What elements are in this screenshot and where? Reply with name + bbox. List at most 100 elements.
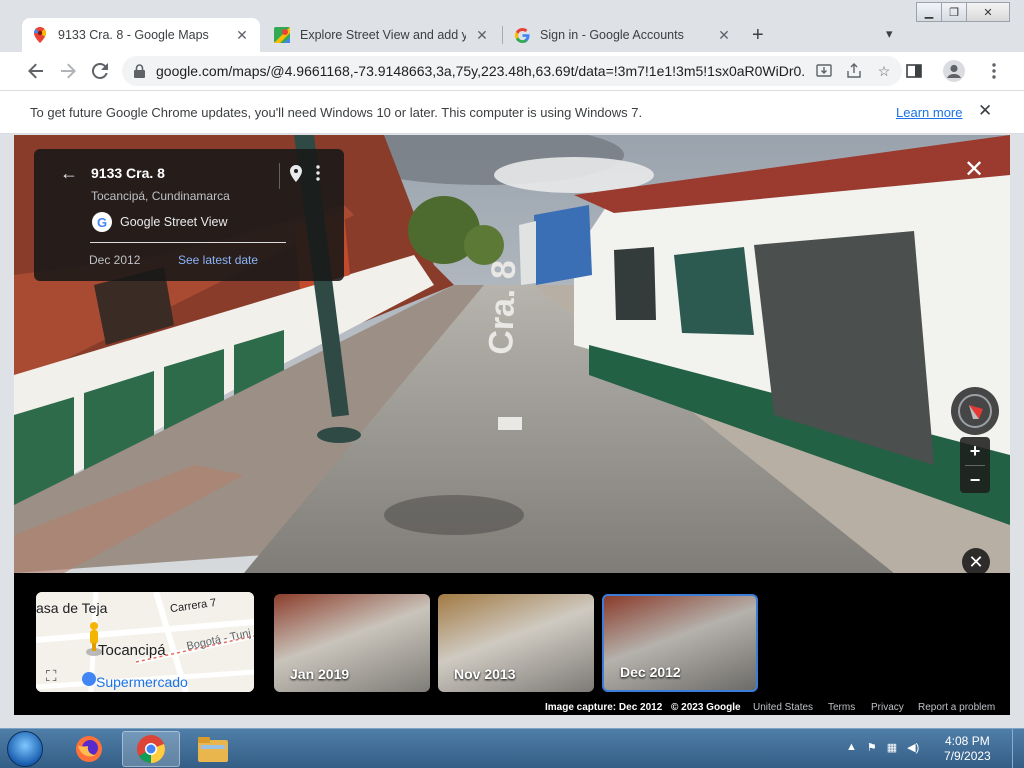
zoom-control: + − — [960, 437, 990, 493]
mini-map[interactable]: asa de Teja Carrera 7 Tocancipá Bogotá -… — [36, 592, 254, 692]
thumb-date-label: Jan 2019 — [290, 666, 350, 682]
clock-time: 4:08 PM — [945, 734, 990, 748]
show-hidden-icons-icon[interactable]: ▲ — [846, 741, 857, 754]
minimize-button[interactable]: ▁ — [916, 2, 942, 22]
shopping-cart-icon — [82, 672, 96, 686]
profile-avatar-icon[interactable] — [938, 55, 970, 87]
location-info-card: ← 9133 Cra. 8 Tocancipá, Cundinamarca G … — [34, 149, 344, 281]
close-timeline-button[interactable]: ✕ — [962, 548, 990, 573]
map-footer: Image capture: Dec 2012 © 2023 Google Un… — [14, 699, 1010, 715]
omnibox-actions: ☆ — [814, 61, 894, 81]
google-g-icon: G — [92, 212, 112, 232]
report-problem-link[interactable]: Report a problem — [918, 702, 995, 713]
update-infobar: To get future Google Chrome updates, you… — [0, 90, 1024, 134]
map-label: Supermercado — [96, 674, 188, 690]
copyright-label: © 2023 Google — [671, 702, 741, 713]
timeline-strip: asa de Teja Carrera 7 Tocancipá Bogotá -… — [14, 573, 1010, 715]
toolbar-right — [898, 55, 1010, 87]
bookmark-star-icon[interactable]: ☆ — [874, 61, 894, 81]
taskbar-clock[interactable]: 4:08 PM 7/9/2023 — [944, 734, 991, 764]
clock-date: 7/9/2023 — [944, 749, 991, 763]
browser-window: 9133 Cra. 8 - Google Maps ✕ Explore Stre… — [0, 0, 1024, 728]
street-view-panel: Cra. 8 ← 9133 Cra. 8 Tocancipá, Cundinam… — [14, 135, 1010, 715]
google-maps-icon — [274, 27, 290, 43]
back-arrow-icon[interactable] — [20, 55, 52, 87]
network-icon[interactable]: ▦ — [887, 741, 897, 754]
taskbar-firefox[interactable] — [60, 731, 118, 767]
terms-link[interactable]: Terms — [828, 702, 855, 713]
more-options-icon[interactable] — [316, 165, 320, 186]
close-tab-icon[interactable]: ✕ — [716, 27, 732, 44]
road-marking-text: Cra. 8 — [482, 260, 523, 356]
menu-dots-icon[interactable] — [978, 55, 1010, 87]
map-pin-icon[interactable] — [290, 165, 302, 187]
pegman-icon — [86, 622, 102, 661]
location-address: 9133 Cra. 8 — [91, 165, 165, 181]
install-app-icon[interactable] — [814, 61, 834, 81]
location-locality: Tocancipá, Cundinamarca — [91, 189, 230, 203]
zoom-out-button[interactable]: − — [960, 466, 990, 494]
zoom-in-button[interactable]: + — [960, 437, 990, 465]
folder-icon — [198, 737, 228, 762]
close-tab-icon[interactable]: ✕ — [474, 27, 490, 44]
share-icon[interactable] — [844, 61, 864, 81]
tab-title: 9133 Cra. 8 - Google Maps — [58, 28, 209, 42]
street-view-image[interactable]: Cra. 8 ← 9133 Cra. 8 Tocancipá, Cundinam… — [14, 135, 1010, 573]
windows-logo-icon — [7, 731, 43, 767]
tab-sign-in[interactable]: Sign in - Google Accounts ✕ — [504, 18, 742, 52]
tab-title: Sign in - Google Accounts — [540, 28, 684, 42]
show-desktop-button[interactable] — [1012, 729, 1024, 768]
fullscreen-icon[interactable]: ⛶ — [46, 668, 64, 686]
see-latest-date-link[interactable]: See latest date — [178, 253, 258, 267]
timeline-thumb-nov-2013[interactable]: Nov 2013 — [438, 594, 594, 692]
back-arrow-icon[interactable]: ← — [60, 163, 78, 184]
timeline-thumb-jan-2019[interactable]: Jan 2019 — [274, 594, 430, 692]
side-panel-icon[interactable] — [898, 55, 930, 87]
card-divider — [90, 242, 286, 243]
new-tab-plus-icon[interactable]: + — [752, 24, 764, 47]
start-button[interactable] — [4, 730, 46, 768]
google-g-icon — [514, 27, 530, 43]
tab-title: Explore Street View and add your — [300, 28, 466, 42]
image-capture-label: Image capture: Dec 2012 — [545, 702, 663, 713]
source-label: Google Street View — [120, 215, 228, 229]
thumb-date-label: Dec 2012 — [620, 664, 681, 680]
forward-arrow-icon[interactable] — [52, 55, 84, 87]
chrome-icon — [137, 735, 165, 763]
infobar-message: To get future Google Chrome updates, you… — [30, 104, 643, 120]
window-controls: ▁ ❐ ✕ — [916, 2, 1010, 22]
chevron-down-icon[interactable]: ▾ — [886, 26, 893, 42]
browser-toolbar: google.com/maps/@4.9661168,-73.9148663,3… — [0, 52, 1024, 90]
close-infobar-icon[interactable]: ✕ — [978, 101, 992, 121]
region-link[interactable]: United States — [753, 702, 813, 713]
windows-taskbar: ▲ ⚑ ▦ ◀) 4:08 PM 7/9/2023 — [0, 728, 1024, 768]
thumb-date-label: Nov 2013 — [454, 666, 516, 682]
url-text: google.com/maps/@4.9661168,-73.9148663,3… — [156, 63, 806, 79]
lock-icon — [134, 64, 146, 78]
tab-explore-street-view[interactable]: Explore Street View and add your ✕ — [264, 18, 500, 52]
privacy-link[interactable]: Privacy — [871, 702, 904, 713]
close-window-button[interactable]: ✕ — [966, 2, 1010, 22]
volume-icon[interactable]: ◀) — [907, 741, 919, 754]
taskbar-file-explorer[interactable] — [184, 731, 242, 767]
timeline-thumb-dec-2012[interactable]: Dec 2012 — [602, 594, 758, 692]
system-tray: ▲ ⚑ ▦ ◀) — [846, 741, 919, 754]
compass-icon[interactable] — [951, 387, 999, 435]
tab-separator — [502, 26, 503, 44]
close-tab-icon[interactable]: ✕ — [234, 27, 250, 44]
close-street-view-icon[interactable]: ✕ — [964, 155, 984, 184]
address-bar[interactable]: google.com/maps/@4.9661168,-73.9148663,3… — [122, 56, 902, 86]
map-label: Tocancipá — [98, 642, 166, 659]
google-maps-pin-icon — [32, 27, 48, 43]
card-divider-vertical — [279, 163, 280, 189]
firefox-icon — [76, 736, 102, 762]
reload-icon[interactable] — [84, 55, 116, 87]
tab-google-maps[interactable]: 9133 Cra. 8 - Google Maps ✕ — [22, 18, 260, 52]
action-center-flag-icon[interactable]: ⚑ — [867, 741, 877, 754]
taskbar-chrome[interactable] — [122, 731, 180, 767]
capture-date: Dec 2012 — [89, 253, 141, 267]
map-label: asa de Teja — [36, 600, 108, 616]
tab-strip: 9133 Cra. 8 - Google Maps ✕ Explore Stre… — [0, 0, 1024, 52]
learn-more-link[interactable]: Learn more — [896, 105, 962, 120]
restore-button[interactable]: ❐ — [941, 2, 967, 22]
